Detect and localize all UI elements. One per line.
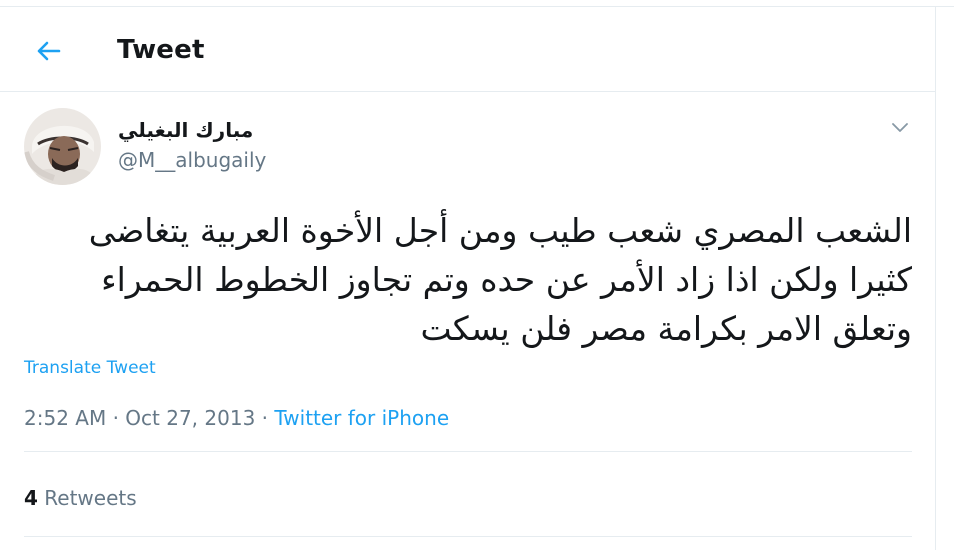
- more-options-button[interactable]: [886, 114, 914, 142]
- tweet-text-line: وتعلق الامر بكرامة مصر فلن يسكت: [420, 309, 912, 348]
- chevron-down-icon: [892, 123, 908, 132]
- separator-dot: ·: [112, 406, 119, 430]
- retweet-label: Retweets: [44, 486, 137, 510]
- user-handle[interactable]: @M__albugaily: [118, 148, 266, 172]
- retweet-count: 4: [24, 486, 38, 510]
- stats-divider: [24, 536, 912, 537]
- tweet-text: الشعب المصري شعب طيب ومن أجل الأخوة العر…: [24, 206, 912, 353]
- metadata-divider: [24, 451, 912, 452]
- tweet-source-link[interactable]: Twitter for iPhone: [274, 406, 449, 430]
- arrow-left-icon: [37, 41, 61, 61]
- display-name[interactable]: مبارك البغيلي: [118, 118, 253, 142]
- page-header: Tweet: [0, 7, 935, 91]
- tweet-metadata: 2:52 AM · Oct 27, 2013 · Twitter for iPh…: [24, 406, 449, 430]
- back-button[interactable]: [28, 31, 68, 71]
- header-divider: [0, 91, 935, 92]
- avatar[interactable]: [24, 108, 101, 185]
- tweet-date[interactable]: Oct 27, 2013: [125, 406, 255, 430]
- tweet-time[interactable]: 2:52 AM: [24, 406, 106, 430]
- translate-tweet-link[interactable]: Translate Tweet: [24, 358, 156, 378]
- right-border: [935, 6, 936, 550]
- page-title: Tweet: [117, 35, 205, 65]
- avatar-image: [24, 108, 101, 185]
- retweet-stats[interactable]: 4 Retweets: [24, 486, 137, 510]
- tweet-text-line: كثيرا ولكن اذا زاد الأمر عن حده وتم تجاو…: [101, 260, 912, 299]
- tweet-text-line: الشعب المصري شعب طيب ومن أجل الأخوة العر…: [88, 211, 912, 250]
- separator-dot: ·: [261, 406, 269, 430]
